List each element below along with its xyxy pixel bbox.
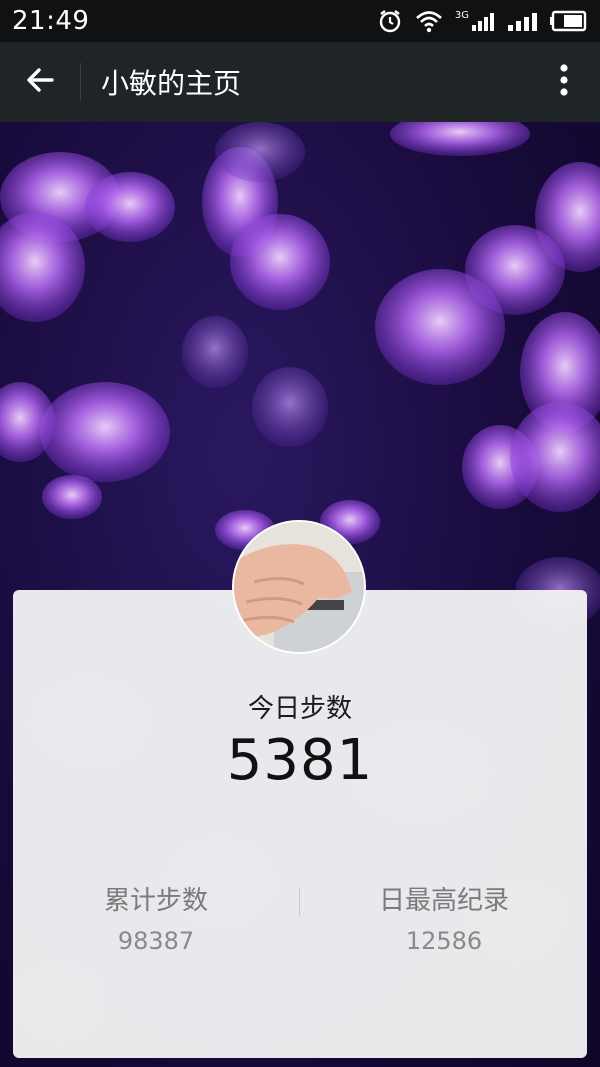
app-bar: 小敏的主页 [0,42,600,122]
today-steps-value: 5381 [226,728,374,793]
status-time: 21:49 [12,6,90,36]
battery-icon [550,10,588,32]
status-bar: 21:49 3G [0,0,600,42]
daily-record-label: 日最高纪录 [378,886,509,916]
screen: 21:49 3G 小敏的主页 今日步数 5381 累计步数 98387 日最高纪… [0,0,600,1067]
daily-record-value: 12586 [405,927,483,955]
alarm-icon [377,8,403,34]
total-steps-label: 累计步数 [103,886,208,916]
total-steps: 累计步数 98387 [56,880,256,955]
status-icons: 3G [377,8,588,34]
more-vertical-icon [559,63,569,101]
wifi-icon [415,9,443,33]
network-label: 3G [454,10,469,21]
app-bar-divider [80,63,81,101]
daily-record: 日最高纪录 12586 [344,880,544,955]
total-steps-value: 98387 [117,927,195,955]
arrow-left-icon [25,65,55,99]
today-steps-label: 今日步数 [247,694,352,724]
signal-icon [508,11,538,31]
page-title: 小敏的主页 [101,67,242,100]
signal-3g-icon: 3G [455,11,496,31]
hand-on-keyboard-photo [234,522,364,652]
back-button[interactable] [0,42,80,122]
avatar[interactable] [232,520,366,654]
more-button[interactable] [534,42,594,122]
stats-card [13,590,587,1058]
stats-divider [299,888,300,916]
